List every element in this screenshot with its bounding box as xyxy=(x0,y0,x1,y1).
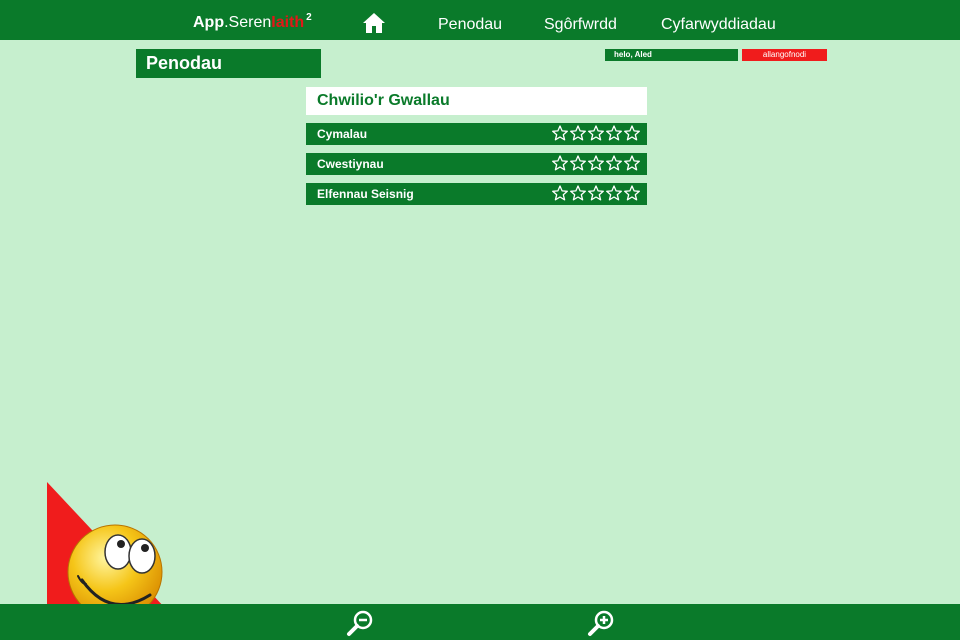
brand-part-seren: .Seren xyxy=(224,14,272,31)
zoom-out-icon[interactable] xyxy=(345,608,375,638)
star-outline-icon xyxy=(624,185,640,201)
star-outline-icon xyxy=(606,125,622,141)
section-title: Chwilio'r Gwallau xyxy=(306,87,647,115)
chapter-item-label: Cymalau xyxy=(317,127,368,141)
star-outline-icon xyxy=(570,155,586,171)
user-greeting: helo, Aled xyxy=(605,49,738,61)
nav-sgorfwrdd[interactable]: Sgôrfwrdd xyxy=(544,16,617,34)
bottom-bar xyxy=(0,604,960,640)
nav-cyfarwyddiadau[interactable]: Cyfarwyddiadau xyxy=(661,16,776,34)
chapter-item-cwestiynau[interactable]: Cwestiynau xyxy=(306,153,647,175)
brand-part-app: App xyxy=(193,14,225,31)
app-logo: App.SerenIaith 2 xyxy=(193,12,312,32)
chapter-item-label: Elfennau Seisnig xyxy=(317,187,414,201)
star-rating xyxy=(550,125,640,143)
star-outline-icon xyxy=(588,185,604,201)
chapter-item-elfennau-seisnig[interactable]: Elfennau Seisnig xyxy=(306,183,647,205)
top-nav-bar: App.SerenIaith 2 Penodau Sgôrfwrdd Cyfarw… xyxy=(0,0,960,40)
star-outline-icon xyxy=(624,125,640,141)
brand-part-iaith: Iaith xyxy=(271,14,305,31)
star-outline-icon xyxy=(570,125,586,141)
chapter-item-label: Cwestiynau xyxy=(317,157,384,171)
star-outline-icon xyxy=(624,155,640,171)
zoom-in-icon[interactable] xyxy=(586,608,616,638)
star-outline-icon xyxy=(552,125,568,141)
page-title: Penodau xyxy=(136,49,321,78)
star-rating xyxy=(550,185,640,203)
star-outline-icon xyxy=(552,155,568,171)
nav-penodau[interactable]: Penodau xyxy=(438,16,502,34)
star-outline-icon xyxy=(588,125,604,141)
star-outline-icon xyxy=(552,185,568,201)
logout-button[interactable]: allangofnodi xyxy=(742,49,827,61)
home-icon[interactable] xyxy=(362,12,386,34)
chapter-panel: Chwilio'r Gwallau Cymalau Cwestiynau Elf… xyxy=(306,87,647,205)
star-outline-icon xyxy=(606,185,622,201)
chapter-item-cymalau[interactable]: Cymalau xyxy=(306,123,647,145)
brand-superscript: 2 xyxy=(306,12,312,23)
star-outline-icon xyxy=(570,185,586,201)
star-outline-icon xyxy=(606,155,622,171)
star-outline-icon xyxy=(588,155,604,171)
star-rating xyxy=(550,155,640,173)
